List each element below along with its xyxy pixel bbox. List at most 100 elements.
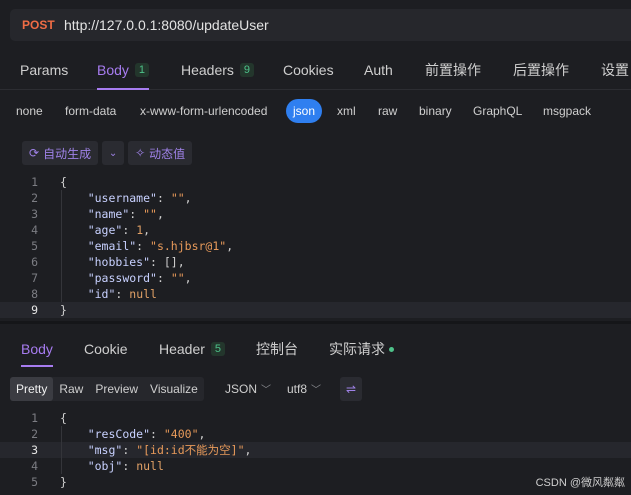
code-text: { [60, 411, 67, 425]
code-text: "id": null [87, 287, 157, 301]
line-number: 3 [31, 207, 38, 221]
tab-headers[interactable]: Headers 9 [181, 50, 255, 90]
code-line[interactable]: 2 "username": "", [0, 190, 631, 206]
code-line[interactable]: 3 "msg": "[id:id不能为空]", [0, 442, 631, 458]
generate-toolbar: ⟳ 自动生成 ⌄ ✧ 动态值 [22, 141, 193, 165]
json-key: "id" [87, 287, 116, 301]
tab-response-body[interactable]: Body [21, 331, 53, 367]
refresh-icon: ⟳ [29, 146, 40, 160]
body-type-msgpack[interactable]: msgpack [543, 99, 591, 123]
body-type-graphql[interactable]: GraphQL [473, 99, 522, 123]
code-text: } [60, 475, 67, 489]
code-text: "resCode": "400", [87, 427, 206, 441]
line-number: 4 [31, 223, 38, 237]
line-number: 9 [31, 303, 38, 317]
url-input[interactable]: http://127.0.0.1:8080/updateUser [64, 17, 269, 33]
code-line[interactable]: 9} [0, 302, 631, 318]
code-text: "hobbies": [], [87, 255, 185, 269]
format-raw[interactable]: Raw [53, 377, 89, 401]
code-line[interactable]: 1{ [0, 174, 631, 190]
line-number: 8 [31, 287, 38, 301]
tab-post-actions[interactable]: 后置操作 [513, 50, 569, 90]
count-badge: 5 [210, 342, 226, 356]
response-toolbar: Pretty Raw Preview Visualize JSON ﹀ utf8 ﹀… [10, 377, 631, 401]
code-line[interactable]: 5 "email": "s.hjbsr@1", [0, 238, 631, 254]
count-badge: 9 [239, 63, 255, 77]
json-value: "" [143, 207, 157, 221]
body-type-urlencoded[interactable]: x-www-form-urlencoded [140, 99, 267, 123]
watermark: CSDN @微风粼粼 [535, 477, 625, 489]
url-bar[interactable]: POST http://127.0.0.1:8080/updateUser [10, 9, 631, 41]
body-type-form-data[interactable]: form-data [65, 99, 116, 123]
json-value: "400" [163, 427, 199, 441]
tab-response-header[interactable]: Header 5 [159, 331, 226, 367]
tab-settings[interactable]: 设置 [601, 50, 629, 90]
format-preview[interactable]: Preview [89, 377, 144, 401]
line-number: 7 [31, 271, 38, 285]
body-type-selector: none form-data x-www-form-urlencoded jso… [0, 99, 631, 125]
auto-generate-button[interactable]: ⟳ 自动生成 [22, 141, 99, 165]
tab-auth[interactable]: Auth [364, 50, 393, 90]
body-type-binary[interactable]: binary [419, 99, 452, 123]
line-number: 1 [31, 175, 38, 189]
count-badge: 1 [134, 63, 150, 77]
tab-cookies[interactable]: Cookies [283, 50, 334, 90]
chevron-down-icon[interactable]: ⌄ [102, 141, 125, 165]
body-type-none[interactable]: none [16, 99, 43, 123]
line-number: 5 [31, 475, 38, 489]
dynamic-value-button[interactable]: ✧ 动态值 [128, 141, 193, 165]
tab-response-cookie[interactable]: Cookie [84, 331, 128, 367]
json-value: null [136, 459, 164, 473]
language-select[interactable]: JSON ﹀ [225, 377, 271, 401]
wrap-lines-icon[interactable]: ⇌ [340, 377, 362, 401]
panel-divider[interactable] [0, 321, 631, 324]
line-number: 1 [31, 411, 38, 425]
code-line[interactable]: 6 "hobbies": [], [0, 254, 631, 270]
tab-params[interactable]: Params [20, 50, 68, 90]
body-type-raw[interactable]: raw [378, 99, 397, 123]
line-number: 4 [31, 459, 38, 473]
code-line[interactable]: 3 "name": "", [0, 206, 631, 222]
body-type-xml[interactable]: xml [337, 99, 356, 123]
code-text: "obj": null [87, 459, 164, 473]
code-line[interactable]: 2 "resCode": "400", [0, 426, 631, 442]
json-key: "age" [87, 223, 123, 237]
body-type-json[interactable]: json [286, 99, 323, 123]
code-text: "msg": "[id:id不能为空]", [87, 443, 252, 457]
status-dot [389, 346, 394, 352]
tab-console[interactable]: 控制台 [256, 331, 298, 367]
code-line[interactable]: 7 "password": "", [0, 270, 631, 286]
tab-actual-request[interactable]: 实际请求 [329, 331, 394, 367]
tab-pre-actions[interactable]: 前置操作 [425, 50, 481, 90]
line-number: 2 [31, 191, 38, 205]
encoding-select[interactable]: utf8 ﹀ [287, 377, 321, 401]
json-key: "username" [87, 191, 157, 205]
code-line[interactable]: 4 "age": 1, [0, 222, 631, 238]
chevron-down-icon: ﹀ [311, 385, 322, 396]
json-value: "" [170, 271, 185, 285]
tab-body[interactable]: Body 1 [97, 50, 150, 90]
chevron-down-icon: ﹀ [261, 385, 272, 396]
json-key: "email" [87, 239, 137, 253]
code-text: { [60, 175, 67, 189]
code-text: "password": "", [87, 271, 192, 285]
json-key: "msg" [87, 443, 123, 457]
json-value: [] [163, 255, 178, 269]
http-method[interactable]: POST [22, 18, 64, 32]
format-pretty[interactable]: Pretty [10, 377, 54, 401]
format-selector: Pretty Raw Preview Visualize [10, 377, 204, 401]
json-value: "" [170, 191, 185, 205]
json-key: "password" [87, 271, 157, 285]
code-line[interactable]: 8 "id": null [0, 286, 631, 302]
code-text: "username": "", [87, 191, 192, 205]
code-line[interactable]: 1{ [0, 410, 631, 426]
line-number: 3 [31, 443, 38, 457]
json-key: "resCode" [87, 427, 151, 441]
json-key: "obj" [87, 459, 123, 473]
code-line[interactable]: 4 "obj": null [0, 458, 631, 474]
line-number: 6 [31, 255, 38, 269]
request-tabs: Params Body 1 Headers 9 Cookies Auth 前置操作 … [0, 50, 631, 90]
line-number: 2 [31, 427, 38, 441]
code-text: "age": 1, [87, 223, 151, 237]
format-visualize[interactable]: Visualize [144, 377, 204, 401]
